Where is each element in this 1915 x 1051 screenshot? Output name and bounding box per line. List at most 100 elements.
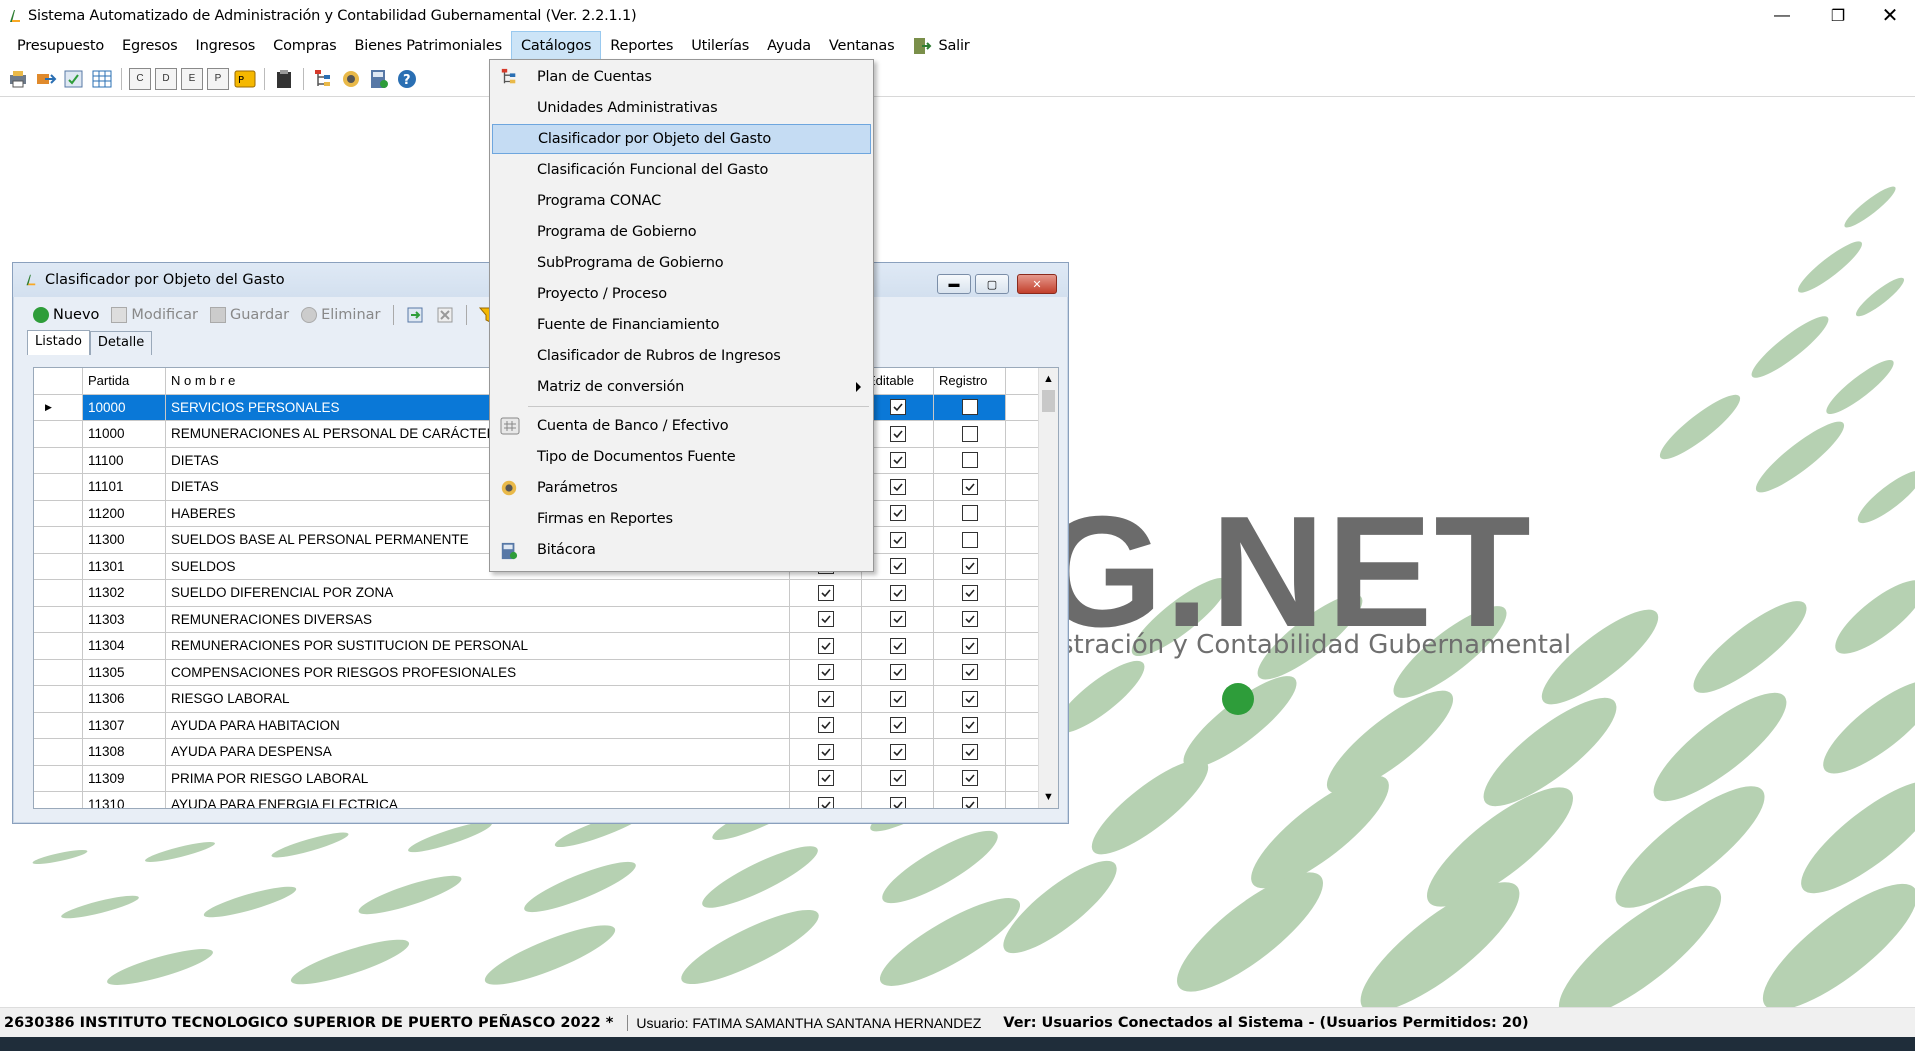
menu-item-clasificacion-funcional-del-gasto[interactable]: Clasificación Funcional del Gasto: [492, 155, 871, 185]
grid-vertical-scrollbar[interactable]: ▲ ▼: [1038, 368, 1058, 808]
checkbox-checked[interactable]: [817, 637, 834, 654]
checkbox-checked[interactable]: [889, 743, 906, 760]
menu-item-bitacora[interactable]: Bitácora: [492, 535, 871, 565]
tab-detalle[interactable]: Detalle: [89, 331, 153, 355]
row-header[interactable]: [34, 500, 83, 526]
printer-icon[interactable]: [6, 67, 30, 91]
menu-utilerias[interactable]: Utilerías: [682, 31, 758, 61]
menu-item-subprograma-de-gobierno[interactable]: SubPrograma de Gobierno: [492, 248, 871, 278]
row-header[interactable]: [34, 633, 83, 659]
toolbar-button-d[interactable]: D: [155, 67, 177, 90]
child-minimize-button[interactable]: ▬: [937, 274, 971, 294]
table-row[interactable]: 11307 AYUDA PARA HABITACION: [34, 712, 1040, 739]
checkbox-checked[interactable]: [961, 690, 978, 707]
checkbox-checked[interactable]: [961, 558, 978, 575]
export-icon[interactable]: [402, 306, 428, 324]
menu-ayuda[interactable]: Ayuda: [758, 31, 820, 61]
checkbox-checked[interactable]: [889, 558, 906, 575]
help-icon[interactable]: ?: [395, 67, 419, 91]
row-header[interactable]: [34, 474, 83, 500]
table-icon[interactable]: [90, 67, 114, 91]
checkbox-checked[interactable]: [961, 584, 978, 601]
row-header[interactable]: ▶: [34, 394, 83, 420]
row-header[interactable]: [34, 527, 83, 553]
table-row[interactable]: 11304 REMUNERACIONES POR SUSTITUCION DE P…: [34, 633, 1040, 660]
checkbox-checked[interactable]: [889, 531, 906, 548]
table-row[interactable]: 11305 COMPENSACIONES POR RIESGOS PROFESIO…: [34, 659, 1040, 686]
checkbox-unchecked[interactable]: [961, 531, 978, 548]
row-header[interactable]: [34, 606, 83, 632]
checkbox-checked[interactable]: [817, 717, 834, 734]
cancel-icon[interactable]: [432, 306, 458, 324]
eliminar-button[interactable]: Eliminar: [297, 307, 384, 323]
menu-item-clasificador-de-rubros-de-ingresos[interactable]: Clasificador de Rubros de Ingresos: [492, 341, 871, 371]
scroll-up-icon[interactable]: ▲: [1039, 368, 1058, 390]
checkbox-unchecked[interactable]: [961, 399, 978, 416]
checkbox-checked[interactable]: [889, 478, 906, 495]
tree-icon[interactable]: [311, 67, 335, 91]
checkbox-checked[interactable]: [817, 584, 834, 601]
row-header[interactable]: [34, 580, 83, 606]
checkbox-checked[interactable]: [961, 717, 978, 734]
toolbar-button-e[interactable]: E: [181, 67, 203, 90]
toolbar-button-p[interactable]: P: [207, 67, 229, 90]
scroll-down-icon[interactable]: ▼: [1039, 786, 1058, 808]
checkbox-checked[interactable]: [817, 664, 834, 681]
menu-item-plan-de-cuentas[interactable]: Plan de Cuentas: [492, 62, 871, 92]
row-header[interactable]: [34, 792, 83, 808]
checkbox-checked[interactable]: [961, 664, 978, 681]
checkbox-checked[interactable]: [817, 743, 834, 760]
modificar-button[interactable]: Modificar: [107, 307, 202, 323]
menu-item-programa-conac[interactable]: Programa CONAC: [492, 186, 871, 216]
checkbox-checked[interactable]: [889, 796, 906, 808]
checkbox-checked[interactable]: [889, 584, 906, 601]
column-header-partida[interactable]: Partida: [83, 368, 166, 394]
menu-compras[interactable]: Compras: [264, 31, 345, 61]
checkbox-checked[interactable]: [961, 637, 978, 654]
menu-item-unidades-administrativas[interactable]: Unidades Administrativas: [492, 93, 871, 123]
checkbox-checked[interactable]: [889, 770, 906, 787]
checkbox-checked[interactable]: [889, 717, 906, 734]
menu-item-tipo-de-documentos-fuente[interactable]: Tipo de Documentos Fuente: [492, 442, 871, 472]
checkbox-unchecked[interactable]: [961, 505, 978, 522]
row-header[interactable]: [34, 765, 83, 791]
menu-reportes[interactable]: Reportes: [601, 31, 682, 61]
checkbox-checked[interactable]: [889, 664, 906, 681]
row-header[interactable]: [34, 553, 83, 579]
checkbox-unchecked[interactable]: [961, 452, 978, 469]
checkbox-checked[interactable]: [889, 399, 906, 416]
toolbar-button-c[interactable]: C: [129, 67, 151, 90]
pp-icon[interactable]: P: [233, 67, 257, 91]
menu-item-firmas-en-reportes[interactable]: Firmas en Reportes: [492, 504, 871, 534]
menu-egresos[interactable]: Egresos: [113, 31, 187, 61]
menu-item-fuente-de-financiamiento[interactable]: Fuente de Financiamiento: [492, 310, 871, 340]
table-row[interactable]: 11308 AYUDA PARA DESPENSA: [34, 739, 1040, 766]
menu-ventanas[interactable]: Ventanas: [820, 31, 904, 61]
checkbox-checked[interactable]: [961, 478, 978, 495]
checkbox-checked[interactable]: [961, 796, 978, 808]
checkbox-checked[interactable]: [889, 637, 906, 654]
checkbox-unchecked[interactable]: [961, 425, 978, 442]
minimize-button[interactable]: —: [1754, 0, 1810, 31]
table-row[interactable]: 11303 REMUNERACIONES DIVERSAS: [34, 606, 1040, 633]
row-header[interactable]: [34, 659, 83, 685]
restore-button[interactable]: ❐: [1810, 0, 1866, 31]
menu-item-programa-de-gobierno[interactable]: Programa de Gobierno: [492, 217, 871, 247]
checkbox-checked[interactable]: [889, 452, 906, 469]
child-maximize-button[interactable]: ▢: [975, 274, 1009, 294]
child-close-button[interactable]: ✕: [1017, 274, 1057, 294]
menu-bienes-patrimoniales[interactable]: Bienes Patrimoniales: [346, 31, 511, 61]
checkbox-checked[interactable]: [817, 796, 834, 808]
clipboard-icon[interactable]: [272, 67, 296, 91]
row-header[interactable]: [34, 712, 83, 738]
menu-presupuesto[interactable]: Presupuesto: [8, 31, 113, 61]
menu-ingresos[interactable]: Ingresos: [187, 31, 265, 61]
menu-item-cuenta-de-banco-efectivo[interactable]: Cuenta de Banco / Efectivo: [492, 411, 871, 441]
menu-catalogos[interactable]: Catálogos: [510, 31, 602, 61]
checkbox-checked[interactable]: [961, 770, 978, 787]
checkbox-checked[interactable]: [817, 690, 834, 707]
checkbox-checked[interactable]: [961, 611, 978, 628]
row-header[interactable]: [34, 421, 83, 447]
table-row[interactable]: 11302 SUELDO DIFERENCIAL POR ZONA: [34, 580, 1040, 607]
menu-salir[interactable]: Salir: [903, 31, 978, 61]
